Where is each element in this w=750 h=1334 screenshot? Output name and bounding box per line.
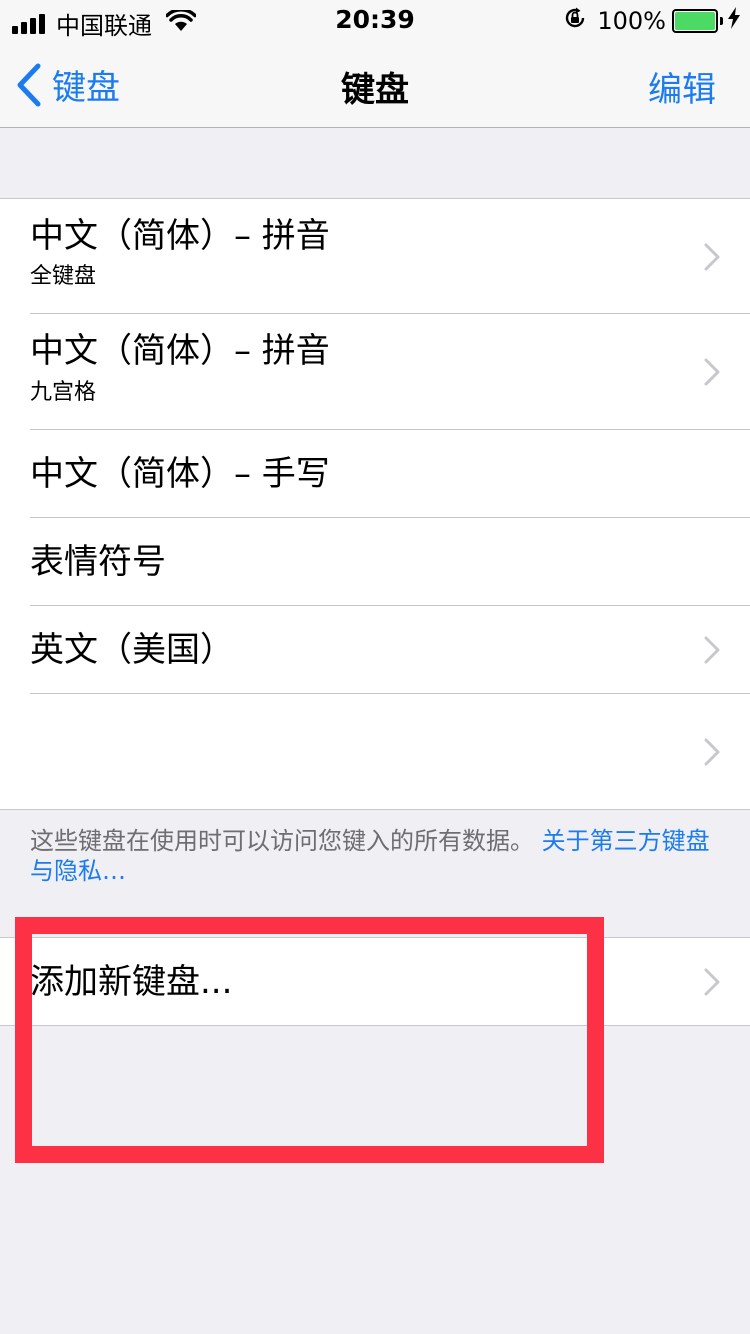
edit-button[interactable]: 编辑 (648, 62, 716, 111)
row-title: 英文（美国） (30, 630, 234, 670)
row-title: 中文（简体）– 拼音 (30, 331, 330, 371)
chevron-right-icon (704, 968, 720, 996)
keyboard-row-handwriting[interactable]: 中文（简体）– 手写 (30, 430, 750, 518)
privacy-note-text: 这些键盘在使用时可以访问您键入的所有数据。 (30, 827, 534, 855)
add-keyboard-label: 添加新键盘... (30, 962, 233, 1002)
privacy-note: 这些键盘在使用时可以访问您键入的所有数据。 关于第三方键盘与隐私… (30, 826, 720, 886)
charging-bolt-icon (728, 7, 740, 35)
keyboard-row-english-us[interactable]: 英文（美国） (30, 606, 750, 694)
keyboard-row-emoji[interactable]: 表情符号 (30, 518, 750, 606)
chevron-right-icon (704, 243, 720, 271)
row-title: 表情符号 (30, 542, 166, 582)
keyboard-row-obscured[interactable] (30, 694, 750, 809)
keyboard-row-pinyin-9key[interactable]: 中文（简体）– 拼音 九宫格 (30, 314, 750, 430)
row-subtitle: 全键盘 (30, 264, 97, 289)
keyboard-row-pinyin-full[interactable]: 中文（简体）– 拼音 全键盘 (30, 199, 750, 314)
row-title: 中文（简体）– 拼音 (30, 216, 330, 256)
chevron-right-icon (704, 636, 720, 664)
orientation-lock-icon (563, 6, 587, 36)
battery-icon (672, 9, 723, 33)
battery-percent: 100% (597, 7, 666, 35)
page-title: 键盘 (341, 70, 409, 110)
status-bar: 中国联通 20:39 100% (0, 0, 750, 40)
row-subtitle: 九宫格 (30, 380, 97, 405)
chevron-right-icon (704, 738, 720, 766)
status-right: 100% (563, 6, 740, 36)
navigation-bar: 键盘 键盘 编辑 (0, 40, 750, 128)
add-keyboard-row[interactable]: 添加新键盘... (0, 937, 750, 1026)
keyboard-list: 中文（简体）– 拼音 全键盘 中文（简体）– 拼音 九宫格 中文（简体）– 手写… (0, 198, 750, 810)
chevron-right-icon (704, 358, 720, 386)
row-title: 中文（简体）– 手写 (30, 454, 330, 494)
